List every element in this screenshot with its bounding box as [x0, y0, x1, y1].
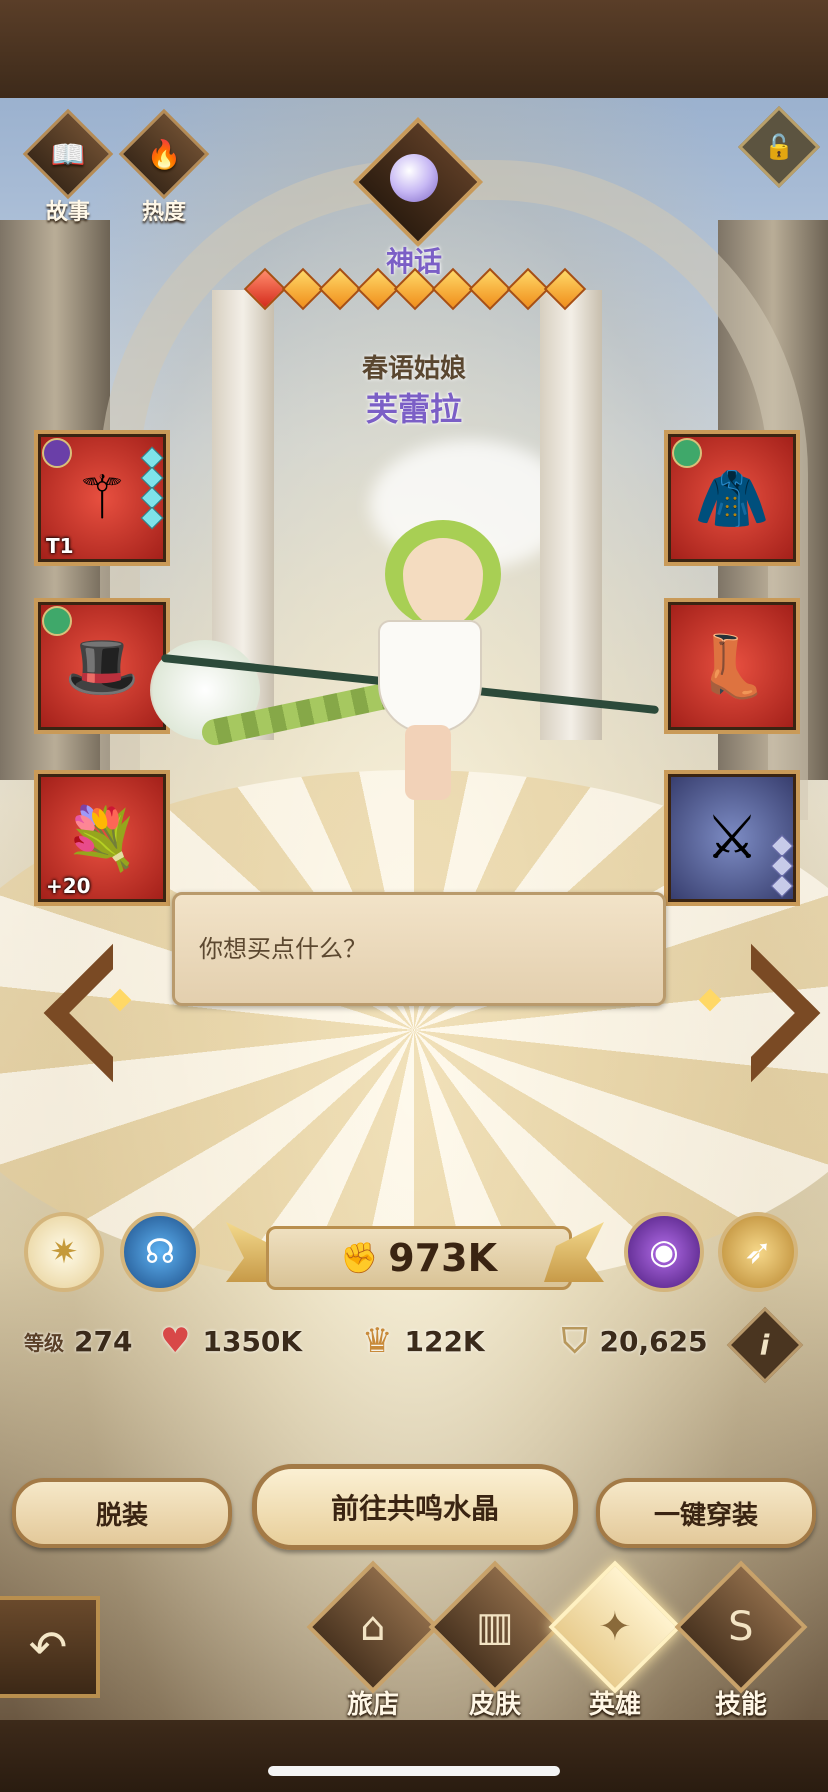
- hero-character[interactable]: [300, 500, 540, 800]
- bouquet-icon: 💐: [64, 803, 140, 874]
- dialog-text: 你想买点什么？: [199, 935, 367, 963]
- equip-slot-weapon[interactable]: ⚚ T1: [34, 430, 170, 566]
- mind-icon: ☊: [144, 1232, 176, 1272]
- previous-hero-button[interactable]: [43, 943, 183, 1083]
- attack-icon: ♛: [362, 1321, 393, 1361]
- faction-button[interactable]: ◉: [624, 1212, 704, 1292]
- stat-attack: ♛ 122K: [362, 1316, 485, 1366]
- info-icon: i: [760, 1328, 770, 1362]
- hero-dress: [378, 620, 482, 734]
- heart-icon: ♥: [160, 1321, 191, 1361]
- nav-heroes[interactable]: ✦ 英雄: [548, 1560, 682, 1721]
- item-tag: +20: [46, 874, 91, 898]
- hero-legs: [405, 725, 451, 800]
- sword-icon: ⚔: [705, 803, 759, 873]
- equip-slot-armor[interactable]: 🧥: [664, 430, 800, 566]
- item-tag: T1: [46, 534, 74, 558]
- star-icon: [543, 267, 587, 311]
- boots-icon: 👢: [694, 631, 770, 702]
- hero-name: 芙蕾拉: [365, 390, 462, 428]
- star-icon: [506, 267, 549, 311]
- star-icon: [393, 267, 437, 311]
- resonance-label: 前往共鸣水晶: [330, 1492, 499, 1525]
- spear-icon: ➶: [743, 1232, 773, 1272]
- weapon-type-button[interactable]: ➶: [718, 1212, 798, 1292]
- faction-gem-icon: [672, 438, 702, 468]
- star-icon: [318, 267, 362, 311]
- power-display: ✊ 973K: [266, 1226, 572, 1290]
- story-button[interactable]: 📖 故事: [22, 108, 114, 226]
- home-indicator[interactable]: [268, 1766, 560, 1776]
- stat-level: 等级 274: [24, 1316, 132, 1366]
- equip-slot-signature[interactable]: ⚔: [664, 770, 800, 906]
- wardrobe-icon: ▥: [428, 1560, 562, 1694]
- unequip-label: 脱装: [95, 1500, 148, 1531]
- witch-hat-icon: 🎩: [64, 631, 140, 702]
- next-hero-button[interactable]: [681, 943, 821, 1083]
- equip-slot-boots[interactable]: 👢: [664, 598, 800, 734]
- nav-skins[interactable]: ▥ 皮肤: [428, 1560, 562, 1721]
- bottom-band: [0, 1720, 828, 1792]
- back-button[interactable]: ↶: [0, 1596, 100, 1698]
- star-icon: [431, 267, 474, 311]
- level-label: 等级: [24, 1330, 64, 1355]
- resonance-crystal-button[interactable]: 前往共鸣水晶: [252, 1464, 578, 1550]
- hero-title: 春语姑娘: [361, 354, 466, 384]
- shield-icon: ⛉: [562, 1321, 588, 1361]
- back-arrow-icon: ↶: [28, 1620, 68, 1674]
- star-icon: [243, 267, 287, 311]
- star-rating: [243, 267, 587, 311]
- faction-icon: ◉: [649, 1232, 679, 1272]
- book-icon: 📖: [22, 108, 114, 200]
- attack-value: 122K: [404, 1324, 485, 1358]
- sparkle-icon: ✷: [49, 1232, 79, 1272]
- hero-detail-screen: 📖 故事 🔥 热度 🔓 神话 春语姑娘 芙蕾拉 ⚚ T1 🎩 💐 +20 🧥 👢…: [0, 0, 828, 1792]
- nav-skills[interactable]: S 技能: [674, 1560, 808, 1721]
- equip-slot-hat[interactable]: 🎩: [34, 598, 170, 734]
- lock-icon: 🔓: [764, 132, 794, 161]
- unequip-button[interactable]: 脱装: [12, 1478, 232, 1548]
- fist-icon: ✊: [340, 1240, 379, 1276]
- faction-gem-icon: [42, 606, 72, 636]
- faction-gem-icon: [42, 438, 72, 468]
- defense-value: 20,625: [599, 1324, 708, 1358]
- ascension-button[interactable]: ✷: [24, 1212, 104, 1292]
- equip-all-button[interactable]: 一键穿装: [596, 1478, 816, 1548]
- dialog-bubble: 你想买点什么？: [172, 892, 666, 1006]
- top-status-band: [0, 0, 828, 98]
- equip-all-label: 一键穿装: [653, 1500, 758, 1531]
- item-stars: [140, 446, 164, 530]
- stat-hp: ♥ 1350K: [160, 1316, 302, 1366]
- heat-button[interactable]: 🔥 热度: [118, 108, 210, 226]
- stat-defense: ⛉ 20,625: [562, 1316, 708, 1366]
- flame-icon: 🔥: [118, 108, 210, 200]
- item-stars: [770, 834, 794, 898]
- rarity-crest: [352, 116, 484, 248]
- nav-tavern[interactable]: ⌂ 旅店: [306, 1560, 440, 1721]
- armor-icon: 🧥: [694, 463, 770, 534]
- class-button[interactable]: ☊: [120, 1212, 200, 1292]
- hero-shield-icon: ✦: [548, 1560, 682, 1694]
- star-icon: [281, 267, 324, 311]
- staff-icon: ⚚: [75, 463, 129, 533]
- equip-slot-relic[interactable]: 💐 +20: [34, 770, 170, 906]
- info-button[interactable]: i: [726, 1306, 804, 1384]
- level-value: 274: [74, 1324, 133, 1358]
- star-icon: [468, 267, 512, 311]
- skill-scroll-icon: S: [674, 1560, 808, 1694]
- hp-value: 1350K: [202, 1324, 303, 1358]
- lock-button[interactable]: 🔓: [737, 105, 821, 189]
- crystal-gem-icon: [390, 154, 438, 202]
- power-value: 973K: [388, 1236, 498, 1280]
- tavern-icon: ⌂: [306, 1560, 440, 1694]
- hero-head: [385, 520, 501, 628]
- star-icon: [356, 267, 399, 311]
